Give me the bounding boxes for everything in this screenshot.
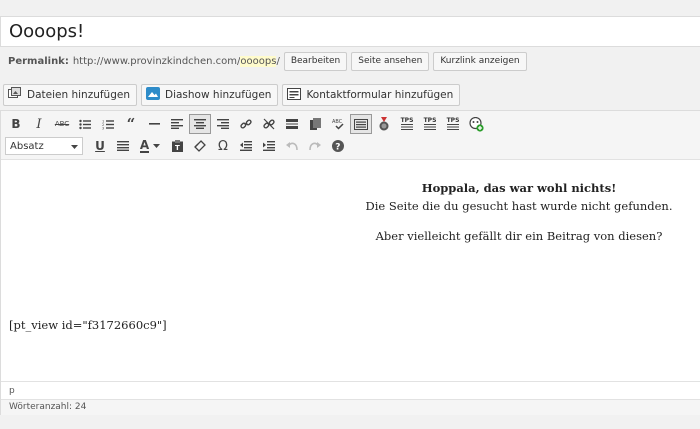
tps-button-2[interactable]: TPS xyxy=(419,114,441,134)
plugin-add-icon[interactable] xyxy=(465,114,487,134)
word-count: Wörteranzahl: 24 xyxy=(1,399,700,415)
svg-text:3: 3 xyxy=(102,126,104,130)
tps-button-3[interactable]: TPS xyxy=(442,114,464,134)
redo-icon[interactable] xyxy=(304,136,326,156)
svg-text:?: ? xyxy=(335,143,340,153)
spellcheck-button[interactable]: ABC xyxy=(327,114,349,134)
chevron-down-icon xyxy=(71,141,78,152)
align-center-button[interactable] xyxy=(189,114,211,134)
strikethrough-button[interactable]: ABC xyxy=(51,114,73,134)
slideshow-icon xyxy=(146,87,160,103)
paste-word-button[interactable] xyxy=(304,114,326,134)
add-files-label: Dateien hinzufügen xyxy=(27,89,130,101)
tps-button-1[interactable]: TPS xyxy=(396,114,418,134)
media-icon xyxy=(8,87,22,103)
remove-link-button[interactable] xyxy=(258,114,280,134)
bold-button[interactable]: B xyxy=(5,114,27,134)
contact-form-icon xyxy=(287,87,302,103)
svg-text:T: T xyxy=(175,144,180,152)
eraser-icon[interactable] xyxy=(189,136,211,156)
horizontal-line-button[interactable] xyxy=(143,114,165,134)
editor-path-bar: p xyxy=(1,381,700,399)
slideshow-label: Diashow hinzufügen xyxy=(165,89,272,101)
add-files-button[interactable]: Dateien hinzufügen xyxy=(3,84,137,106)
permalink-url-suffix: / xyxy=(276,55,280,67)
italic-button[interactable]: I xyxy=(28,114,50,134)
outdent-button[interactable] xyxy=(235,136,257,156)
content-shortcode: [pt_view id="f3172660c9"] xyxy=(9,318,167,332)
element-path[interactable]: p xyxy=(9,386,15,396)
bullet-list-button[interactable] xyxy=(74,114,96,134)
format-select[interactable]: Absatz xyxy=(5,137,83,155)
toolbar-row-1: B I ABC 123 “ ABC TPS TPS TPS xyxy=(5,113,696,135)
visual-editor: B I ABC 123 “ ABC TPS TPS TPS Absatz U A… xyxy=(0,110,700,415)
editor-content[interactable]: Hoppala, das war wohl nichts! Die Seite … xyxy=(1,161,700,382)
read-more-button[interactable] xyxy=(281,114,303,134)
blockquote-button[interactable]: “ xyxy=(120,114,142,134)
view-page-button[interactable]: Seite ansehen xyxy=(351,51,430,71)
permalink-url-prefix: http://www.provinzkindchen.com/ xyxy=(72,55,241,67)
contact-form-label: Kontaktformular hinzufügen xyxy=(306,89,454,101)
paste-text-icon[interactable]: T xyxy=(166,136,188,156)
indent-button[interactable] xyxy=(258,136,280,156)
permalink-label: Permalink: xyxy=(8,55,69,67)
medal-icon[interactable] xyxy=(373,114,395,134)
toolbar-toggle-button[interactable] xyxy=(350,114,372,134)
format-select-value: Absatz xyxy=(10,140,44,152)
insert-link-button[interactable] xyxy=(235,114,257,134)
justify-button[interactable] xyxy=(112,136,134,156)
media-buttons: Dateien hinzufügen Diashow hinzufügen Ko… xyxy=(3,84,461,106)
content-line-2: Aber vielleicht gefällt dir ein Beitrag … xyxy=(375,229,663,243)
svg-text:ABC: ABC xyxy=(332,119,343,125)
toolbar-row-2: Absatz U A T Ω ? xyxy=(5,135,696,157)
add-slideshow-button[interactable]: Diashow hinzufügen xyxy=(141,84,279,106)
help-icon[interactable]: ? xyxy=(327,136,349,156)
editor-toolbar: B I ABC 123 “ ABC TPS TPS TPS Absatz U A… xyxy=(1,111,700,160)
text-color-button[interactable]: A xyxy=(135,136,165,156)
edit-permalink-button[interactable]: Bearbeiten xyxy=(283,51,348,71)
content-line-1: Die Seite die du gesucht hast wurde nich… xyxy=(365,199,673,213)
word-count-label: Wörteranzahl: 24 xyxy=(9,402,87,412)
align-left-button[interactable] xyxy=(166,114,188,134)
align-right-button[interactable] xyxy=(212,114,234,134)
permalink-slug[interactable]: oooops xyxy=(240,55,277,67)
special-character-button[interactable]: Ω xyxy=(212,136,234,156)
post-title-input[interactable]: Oooops! xyxy=(0,16,700,47)
content-heading: Hoppala, das war wohl nichts! xyxy=(421,181,617,195)
shortlink-button[interactable]: Kurzlink anzeigen xyxy=(433,51,527,71)
permalink-bar: Permalink: http://www.provinzkindchen.co… xyxy=(8,51,527,71)
undo-icon[interactable] xyxy=(281,136,303,156)
add-contact-form-button[interactable]: Kontaktformular hinzufügen xyxy=(282,84,461,106)
underline-button[interactable]: U xyxy=(89,136,111,156)
numbered-list-button[interactable]: 123 xyxy=(97,114,119,134)
